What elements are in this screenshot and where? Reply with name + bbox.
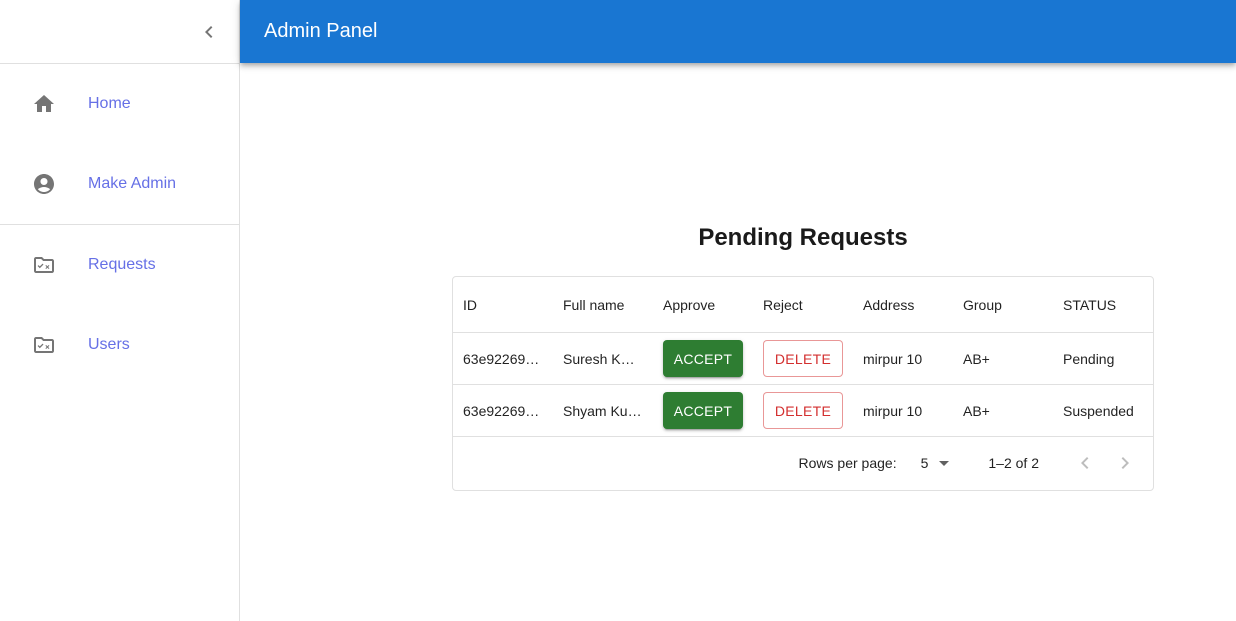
sidebar-drawer: Home Make Admin Requests Users — [0, 0, 240, 621]
chevron-right-icon — [1121, 457, 1129, 469]
pagination-range: 1–2 of 2 — [988, 455, 1039, 471]
app-bar: Admin Panel — [240, 0, 1236, 63]
sidebar-item-label: Make Admin — [88, 175, 177, 192]
account-circle-icon — [32, 172, 56, 196]
rule-folder-icon — [32, 253, 56, 277]
approve-cell: ACCEPT — [653, 392, 753, 429]
table-row: 63e92269… Shyam Ku… ACCEPT DELETE mirpur… — [453, 385, 1153, 437]
column-header[interactable]: Group — [953, 297, 1053, 313]
rule-folder-icon — [32, 333, 56, 357]
accept-button[interactable]: ACCEPT — [663, 340, 743, 377]
app-title: Admin Panel — [264, 20, 378, 42]
address-cell: mirpur 10 — [863, 350, 923, 367]
delete-button[interactable]: DELETE — [763, 392, 843, 429]
home-icon — [32, 92, 56, 116]
page-title: Pending Requests — [698, 224, 908, 251]
nav-group-main: Home Make Admin — [0, 64, 239, 225]
column-header[interactable]: Address — [853, 297, 953, 313]
sidebar-item-label: Home — [88, 95, 131, 112]
next-page-button[interactable] — [1105, 443, 1145, 483]
nav-group-secondary: Requests Users — [0, 225, 239, 385]
sidebar-item-make-admin[interactable]: Make Admin — [0, 144, 239, 224]
address-cell: mirpur 10 — [863, 402, 923, 419]
chevron-left-icon — [1081, 457, 1089, 469]
column-header[interactable]: ID — [453, 297, 553, 313]
id-cell: 63e92269… — [463, 402, 540, 419]
sidebar-item-label: Requests — [88, 256, 156, 273]
status-cell: Pending — [1063, 350, 1115, 367]
rows-per-page-select[interactable]: 5 — [921, 451, 957, 475]
requests-table: ID Full name Approve Reject Address Grou… — [452, 276, 1154, 491]
name-cell: Suresh K… — [563, 350, 635, 367]
column-header[interactable]: Full name — [553, 297, 653, 313]
id-cell: 63e92269… — [463, 350, 540, 367]
table-pagination: Rows per page: 5 1–2 of 2 — [453, 437, 1153, 489]
accept-button[interactable]: ACCEPT — [663, 392, 743, 429]
arrow-drop-down-icon — [939, 461, 950, 466]
sidebar-item-home[interactable]: Home — [0, 64, 239, 144]
approve-cell: ACCEPT — [653, 340, 753, 377]
group-cell: AB+ — [963, 350, 990, 367]
table-header-row: ID Full name Approve Reject Address Grou… — [453, 277, 1153, 333]
drawer-header — [0, 0, 239, 64]
group-cell: AB+ — [963, 402, 990, 419]
delete-button[interactable]: DELETE — [763, 340, 843, 377]
status-cell: Suspended — [1063, 402, 1134, 419]
previous-page-button[interactable] — [1065, 443, 1105, 483]
sidebar-item-label: Users — [88, 336, 130, 353]
sidebar-item-requests[interactable]: Requests — [0, 225, 239, 305]
sidebar-item-users[interactable]: Users — [0, 305, 239, 385]
reject-cell: DELETE — [753, 340, 853, 377]
rows-per-page-label: Rows per page: — [798, 455, 897, 471]
chevron-left-icon[interactable] — [197, 20, 221, 44]
column-header[interactable]: Approve — [653, 297, 753, 313]
column-header[interactable]: Reject — [753, 297, 853, 313]
rows-per-page-value: 5 — [920, 455, 929, 471]
reject-cell: DELETE — [753, 392, 853, 429]
name-cell: Shyam Ku… — [563, 402, 642, 419]
column-header[interactable]: STATUS — [1053, 297, 1153, 313]
table-row: 63e92269… Suresh K… ACCEPT DELETE mirpur… — [453, 333, 1153, 385]
